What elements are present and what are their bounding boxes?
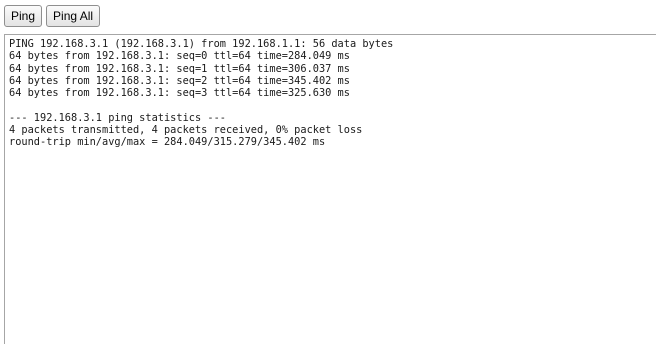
ping-output-area[interactable]: PING 192.168.3.1 (192.168.3.1) from 192.… xyxy=(4,34,656,344)
toolbar: Ping Ping All xyxy=(4,5,101,27)
ping-output-text: PING 192.168.3.1 (192.168.3.1) from 192.… xyxy=(9,38,394,149)
ping-button[interactable]: Ping xyxy=(4,5,43,27)
ping-all-button[interactable]: Ping All xyxy=(46,5,101,27)
